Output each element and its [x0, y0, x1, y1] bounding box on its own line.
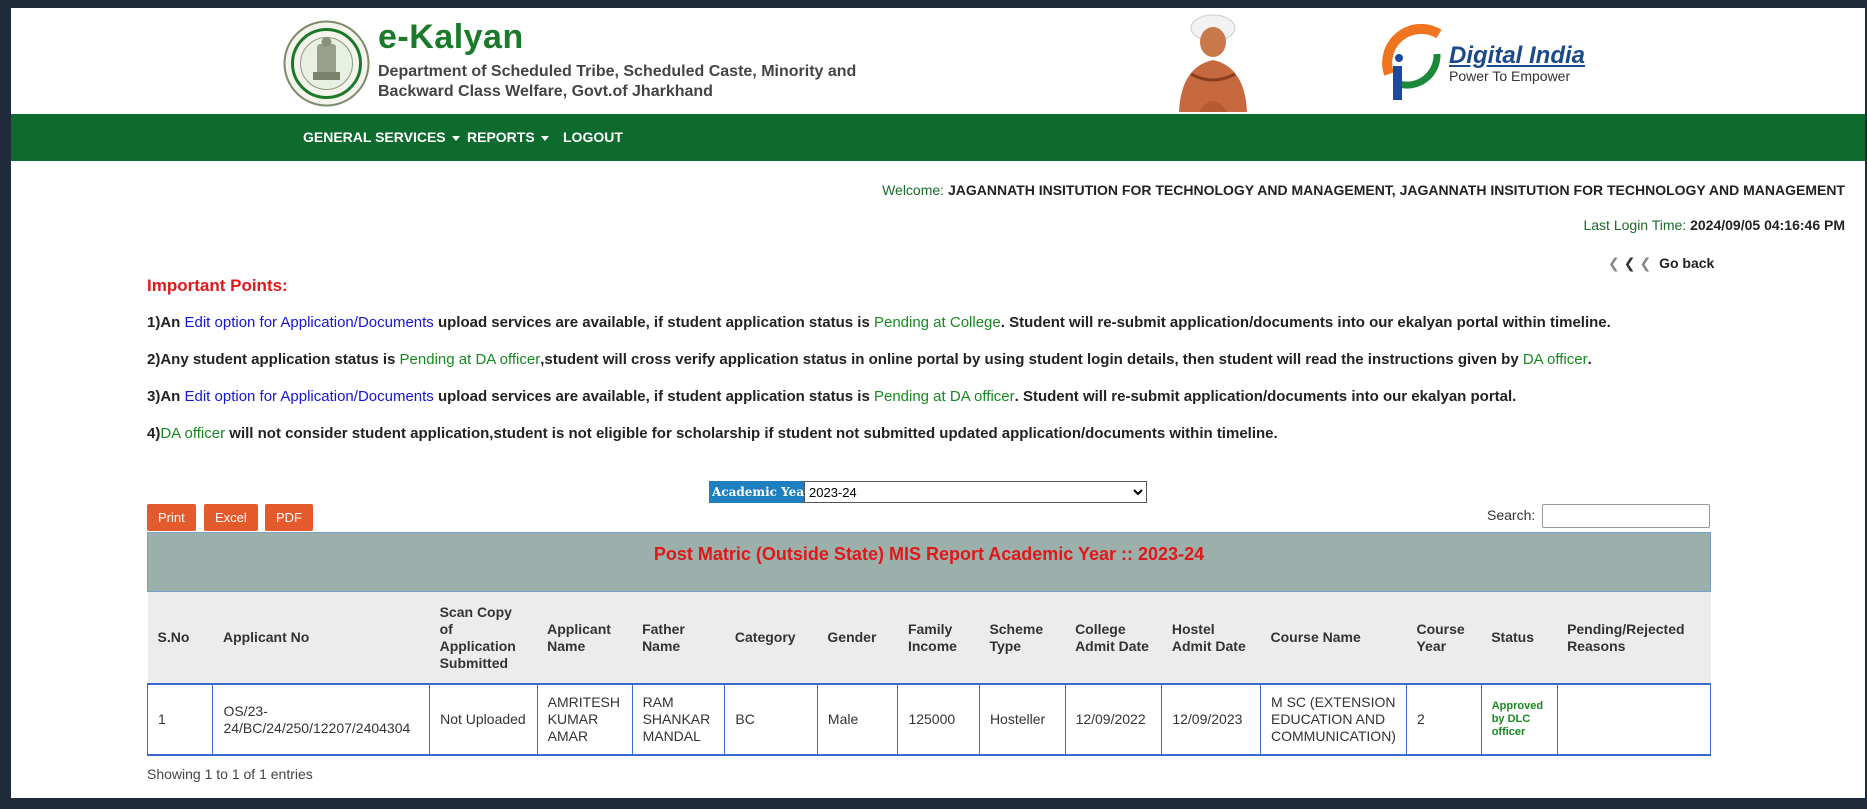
- important-point-2: 2)Any student application status is Pend…: [147, 351, 1592, 368]
- col-pending-reasons[interactable]: Pending/Rejected Reasons: [1557, 592, 1711, 684]
- nav-reports[interactable]: REPORTS: [467, 114, 549, 161]
- site-header: e-Kalyan Department of Scheduled Tribe, …: [11, 8, 1865, 114]
- cell-hostel-admit-date: 12/09/2023: [1161, 683, 1262, 756]
- jharkhand-emblem-icon: [283, 20, 370, 107]
- academic-year-label: Academic Year:: [709, 481, 818, 503]
- point-highlight: Edit option for Application/Documents: [184, 388, 434, 405]
- mascot-portrait-icon: [1179, 14, 1247, 112]
- important-point-4: 4)DA officer will not consider student a…: [147, 425, 1278, 442]
- point-highlight: Pending at College: [873, 314, 1001, 331]
- nav-logout-label: LOGOUT: [563, 129, 623, 145]
- col-applicant-name[interactable]: Applicant Name: [537, 592, 633, 684]
- col-course-year[interactable]: Course Year: [1406, 592, 1482, 684]
- cell-gender: Male: [816, 683, 899, 756]
- col-college-admit-date[interactable]: College Admit Date: [1065, 592, 1162, 684]
- col-course-name[interactable]: Course Name: [1260, 592, 1407, 684]
- table-row: 1 OS/23-24/BC/24/250/12207/2404304 Not U…: [146, 683, 1712, 756]
- chevron-left-icon: ❮: [1608, 255, 1620, 271]
- cell-applicant-name: AMRITESH KUMAR AMAR: [536, 683, 633, 756]
- last-login-line: Last Login Time: 2024/09/05 04:16:46 PM: [1583, 217, 1845, 233]
- nav-reports-label: REPORTS: [467, 129, 535, 145]
- point-text: 2)Any student application status is: [147, 351, 400, 368]
- status-badge: Approved by DLC officer: [1491, 700, 1544, 738]
- chevron-left-icon: ❮: [1623, 255, 1636, 271]
- cell-sno: 1: [146, 683, 214, 756]
- go-back-label: Go back: [1659, 255, 1715, 271]
- cell-course-name: M SC (EXTENSION EDUCATION AND COMMUNICAT…: [1260, 683, 1407, 756]
- go-back-link[interactable]: ❮ ❮ ❮ Go back: [1608, 255, 1714, 272]
- cell-family-income: 125000: [897, 683, 980, 756]
- cell-college-admit-date: 12/09/2022: [1064, 683, 1163, 756]
- col-applicant-no[interactable]: Applicant No: [212, 592, 430, 684]
- top-border: [0, 0, 1867, 8]
- col-hostel-admit-date[interactable]: Hostel Admit Date: [1161, 592, 1261, 684]
- col-status[interactable]: Status: [1481, 592, 1558, 684]
- point-text: ,student will cross verify application s…: [540, 351, 1523, 368]
- search-input[interactable]: [1542, 504, 1710, 528]
- digital-india-title: Digital India: [1449, 42, 1586, 69]
- cell-applicant-no: OS/23-24/BC/24/250/12207/2404304: [212, 683, 431, 756]
- nav-general-services[interactable]: GENERAL SERVICES: [303, 114, 460, 161]
- important-point-1: 1)An Edit option for Application/Documen…: [147, 314, 1611, 331]
- page-footer: [11, 798, 1865, 809]
- cell-status: Approved by DLC officer: [1480, 683, 1558, 756]
- main-navbar: GENERAL SERVICES REPORTS LOGOUT: [11, 114, 1865, 161]
- point-text: will not consider student application,st…: [225, 425, 1278, 442]
- report-table: S.No Applicant No Scan Copy of Applicati…: [146, 592, 1712, 756]
- table-info: Showing 1 to 1 of 1 entries: [147, 766, 313, 782]
- cell-course-year: 2: [1405, 683, 1482, 756]
- point-highlight: Pending at DA officer: [873, 388, 1015, 405]
- col-scan-copy[interactable]: Scan Copy of Application Submitted: [429, 592, 538, 684]
- cell-father-name: RAM SHANKAR MANDAL: [631, 683, 726, 756]
- excel-button[interactable]: Excel: [204, 504, 258, 531]
- point-text: 1)An: [147, 314, 185, 331]
- col-family-income[interactable]: Family Income: [897, 592, 980, 684]
- pdf-button[interactable]: PDF: [265, 504, 313, 531]
- table-header-row: S.No Applicant No Scan Copy of Applicati…: [147, 592, 1711, 684]
- academic-year-select[interactable]: 2023-24: [804, 481, 1147, 503]
- caret-down-icon: [451, 135, 460, 141]
- col-category[interactable]: Category: [724, 592, 818, 684]
- search-label: Search:: [1487, 507, 1536, 523]
- welcome-label: Welcome:: [882, 182, 945, 198]
- cell-pending-reasons: [1556, 683, 1712, 756]
- report-title-bar: Post Matric (Outside State) MIS Report A…: [147, 532, 1711, 592]
- digital-india-tagline: Power To Empower: [1449, 68, 1571, 84]
- nav-logout[interactable]: LOGOUT: [563, 114, 623, 161]
- col-gender[interactable]: Gender: [817, 592, 898, 684]
- last-login-value: 2024/09/05 04:16:46 PM: [1690, 217, 1845, 233]
- last-login-label: Last Login Time:: [1583, 217, 1687, 233]
- caret-down-icon: [540, 135, 549, 141]
- point-text: 3)An: [147, 388, 185, 405]
- point-text: . Student will re-submit application/doc…: [1000, 314, 1611, 331]
- col-sno[interactable]: S.No: [147, 592, 213, 684]
- point-highlight: Pending at DA officer: [399, 351, 541, 368]
- important-points-title: Important Points:: [147, 276, 288, 295]
- point-highlight: Edit option for Application/Documents: [184, 314, 434, 331]
- point-text: .: [1587, 351, 1592, 368]
- welcome-line: Welcome: JAGANNATH INSITUTION FOR TECHNO…: [882, 182, 1845, 198]
- cell-scan-copy: Not Uploaded: [429, 683, 538, 756]
- point-text: . Student will re-submit application/doc…: [1014, 388, 1517, 405]
- report-title: Post Matric (Outside State) MIS Report A…: [653, 544, 1205, 564]
- point-highlight: DA officer: [160, 425, 226, 442]
- point-text: 4): [147, 425, 161, 442]
- col-scheme-type[interactable]: Scheme Type: [979, 592, 1066, 684]
- left-border: [0, 0, 11, 809]
- cell-scheme-type: Hosteller: [978, 683, 1066, 756]
- brand-subtitle: Department of Scheduled Tribe, Scheduled…: [378, 63, 857, 100]
- cell-category: BC: [724, 683, 818, 756]
- welcome-value: JAGANNATH INSITUTION FOR TECHNOLOGY AND …: [947, 182, 1845, 198]
- point-highlight: DA officer: [1522, 351, 1588, 368]
- chevron-left-icon: ❮: [1639, 255, 1652, 271]
- digital-india-logo-icon: [1382, 24, 1442, 100]
- nav-general-services-label: GENERAL SERVICES: [303, 129, 446, 145]
- point-text: upload services are available, if studen…: [433, 388, 874, 405]
- print-button[interactable]: Print: [147, 504, 196, 531]
- important-point-3: 3)An Edit option for Application/Documen…: [147, 388, 1516, 405]
- point-text: upload services are available, if studen…: [433, 314, 874, 331]
- brand-title: e-Kalyan: [378, 18, 524, 56]
- col-father-name[interactable]: Father Name: [632, 592, 725, 684]
